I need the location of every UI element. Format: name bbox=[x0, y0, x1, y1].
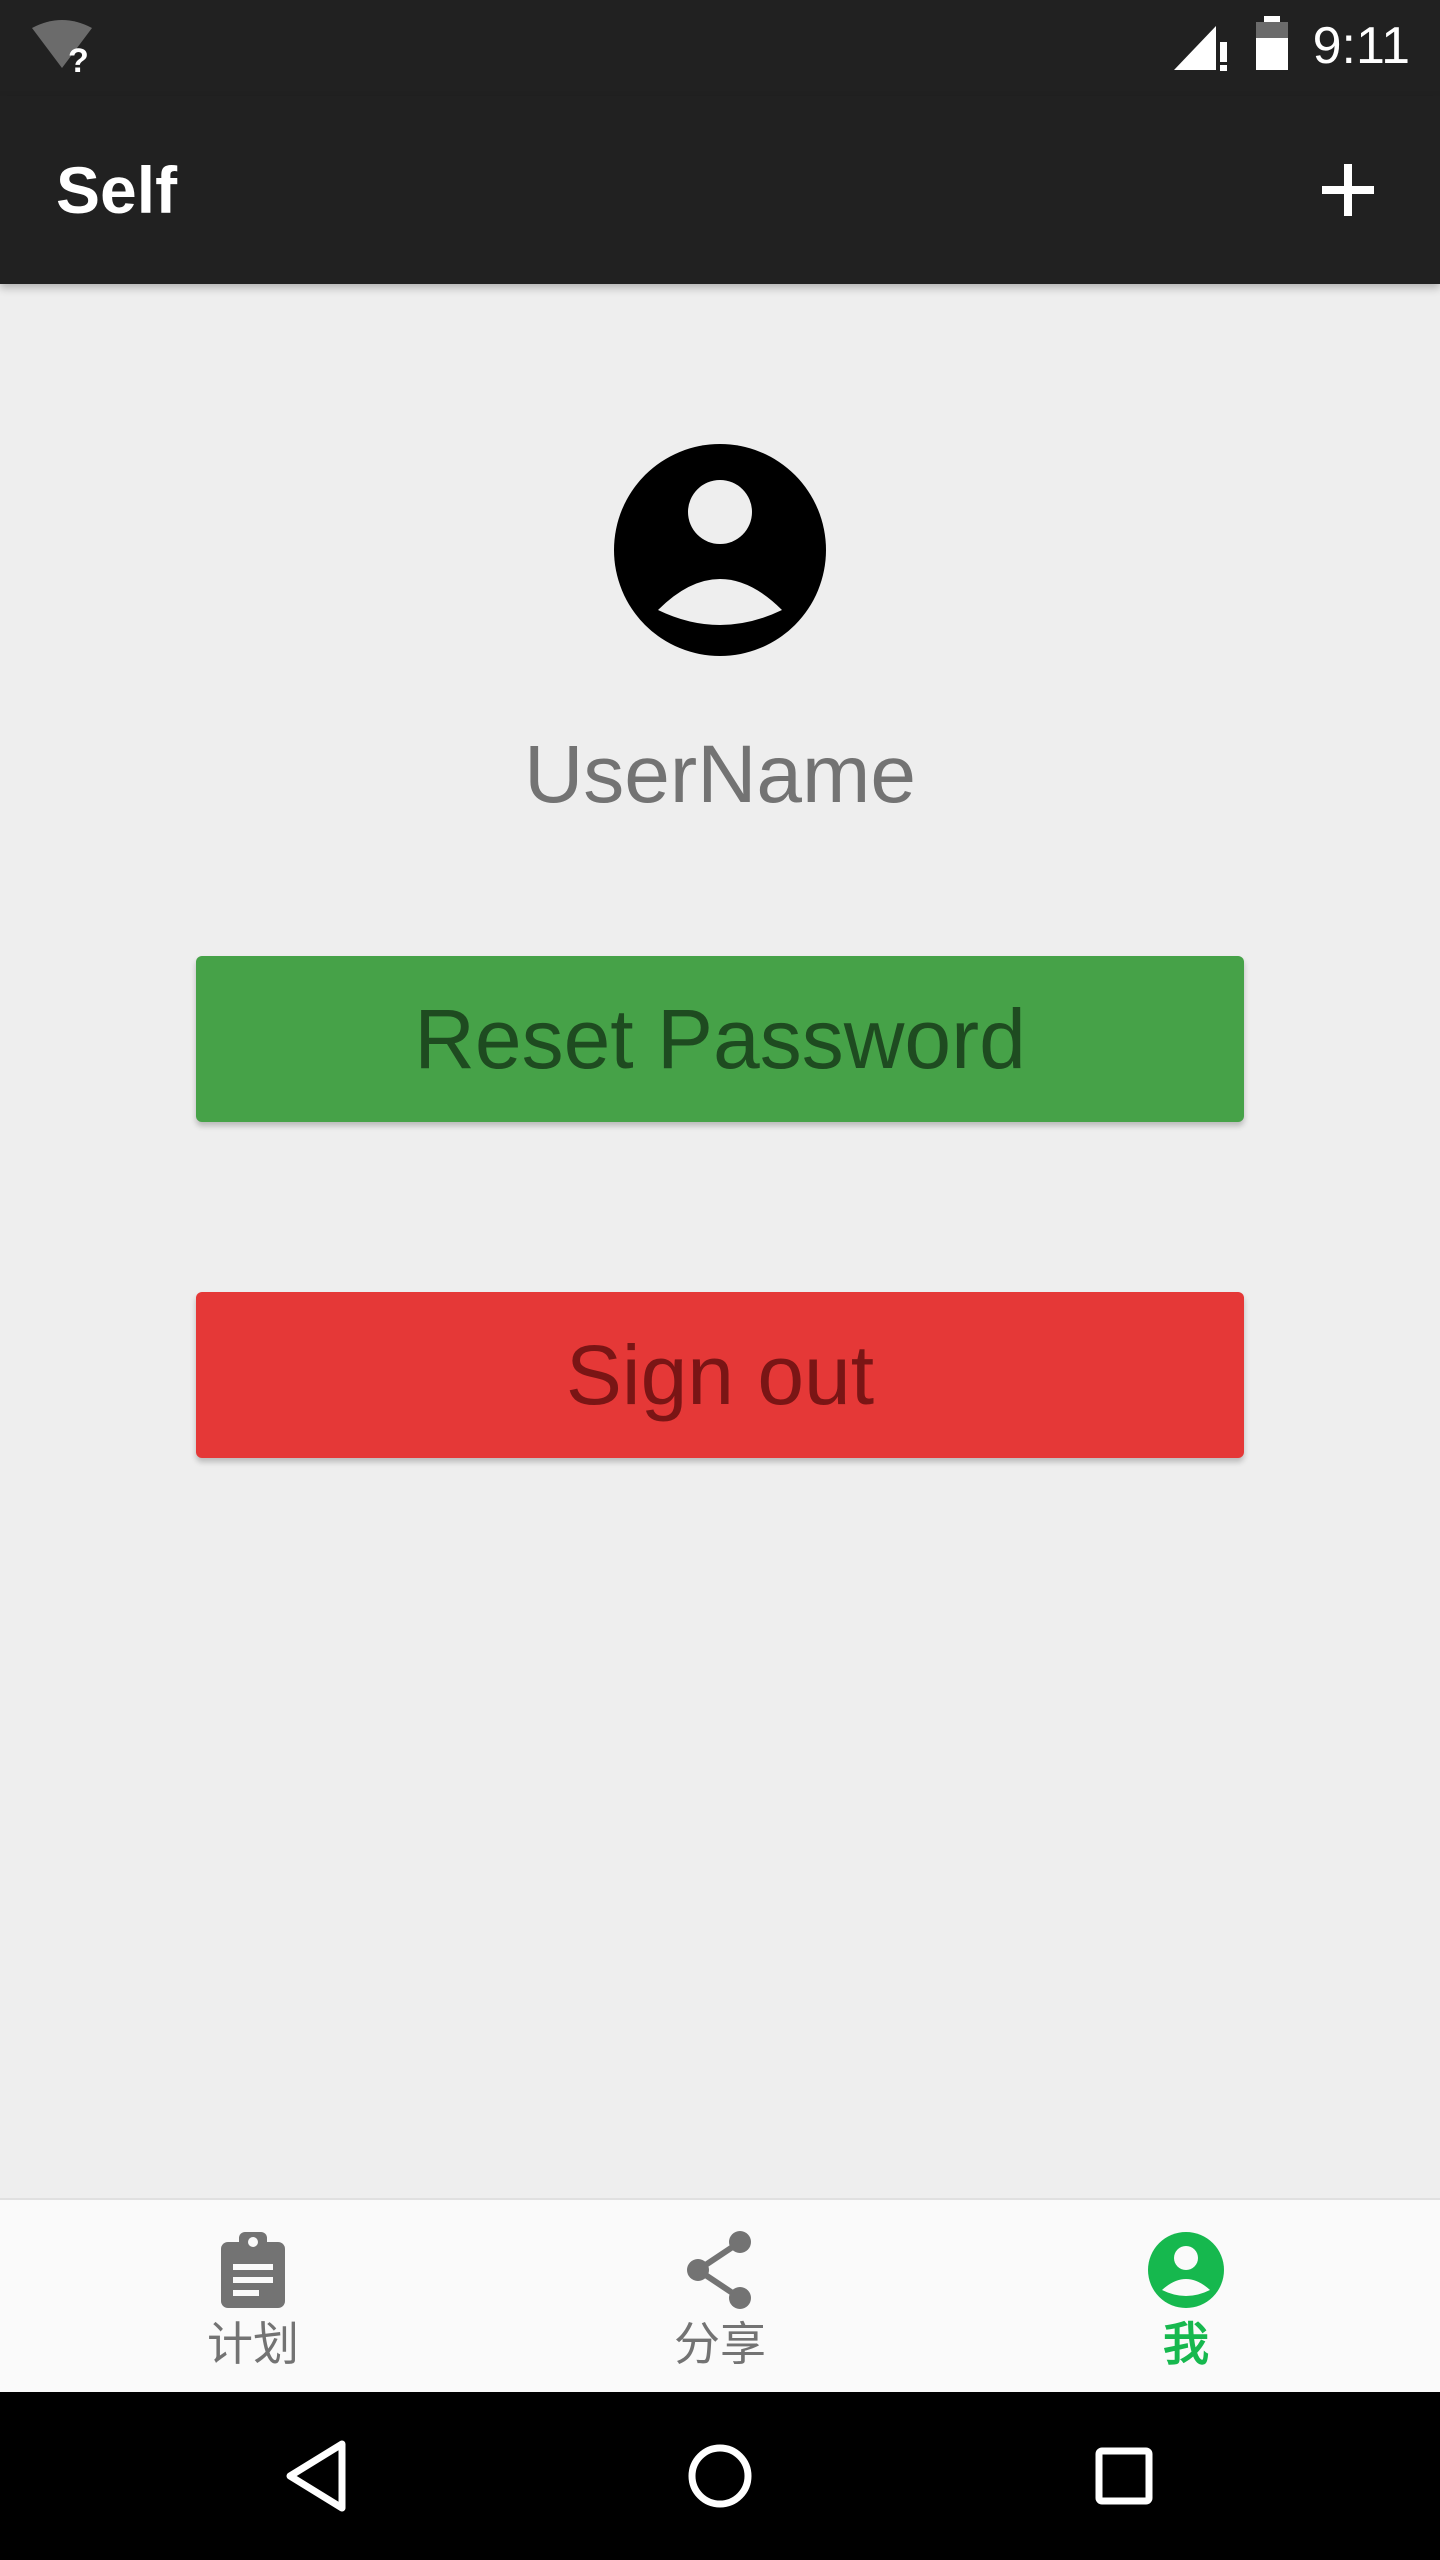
account-circle-icon bbox=[1148, 2232, 1224, 2308]
nav-item-me[interactable]: 我 bbox=[946, 2200, 1426, 2394]
nav-label-me: 我 bbox=[1163, 2317, 1209, 2371]
username-label: UserName bbox=[524, 729, 916, 820]
home-circle-icon[interactable] bbox=[670, 2426, 770, 2526]
battery-icon bbox=[1256, 16, 1288, 70]
wifi-unknown-icon: ? bbox=[32, 20, 92, 74]
nav-item-share[interactable]: 分享 bbox=[480, 2200, 960, 2394]
share-icon bbox=[687, 2231, 751, 2309]
nav-item-plan[interactable]: 计划 bbox=[13, 2200, 493, 2394]
status-bar: ? 9:11 bbox=[0, 0, 1440, 96]
clipboard-icon bbox=[221, 2232, 285, 2308]
status-time: 9:11 bbox=[1312, 17, 1410, 75]
reset-password-button[interactable]: Reset Password bbox=[196, 956, 1244, 1122]
nav-label-plan: 计划 bbox=[207, 2317, 299, 2371]
account-circle-icon bbox=[614, 444, 826, 656]
back-triangle-icon[interactable] bbox=[266, 2426, 366, 2526]
self-screen: ? 9:11 Self UserName Reset Password Sign… bbox=[0, 0, 1440, 2560]
sign-out-button[interactable]: Sign out bbox=[196, 1292, 1244, 1458]
nav-label-share: 分享 bbox=[674, 2317, 766, 2371]
svg-text:?: ? bbox=[68, 42, 89, 74]
system-navigation-bar bbox=[0, 2392, 1440, 2560]
plus-icon[interactable] bbox=[1304, 146, 1392, 234]
signal-no-data-icon bbox=[1174, 26, 1227, 71]
recents-square-icon[interactable] bbox=[1074, 2426, 1174, 2526]
bottom-navigation: 计划 分享 我 bbox=[0, 2198, 1440, 2394]
page-title: Self bbox=[56, 153, 178, 227]
app-toolbar: Self bbox=[0, 96, 1440, 284]
